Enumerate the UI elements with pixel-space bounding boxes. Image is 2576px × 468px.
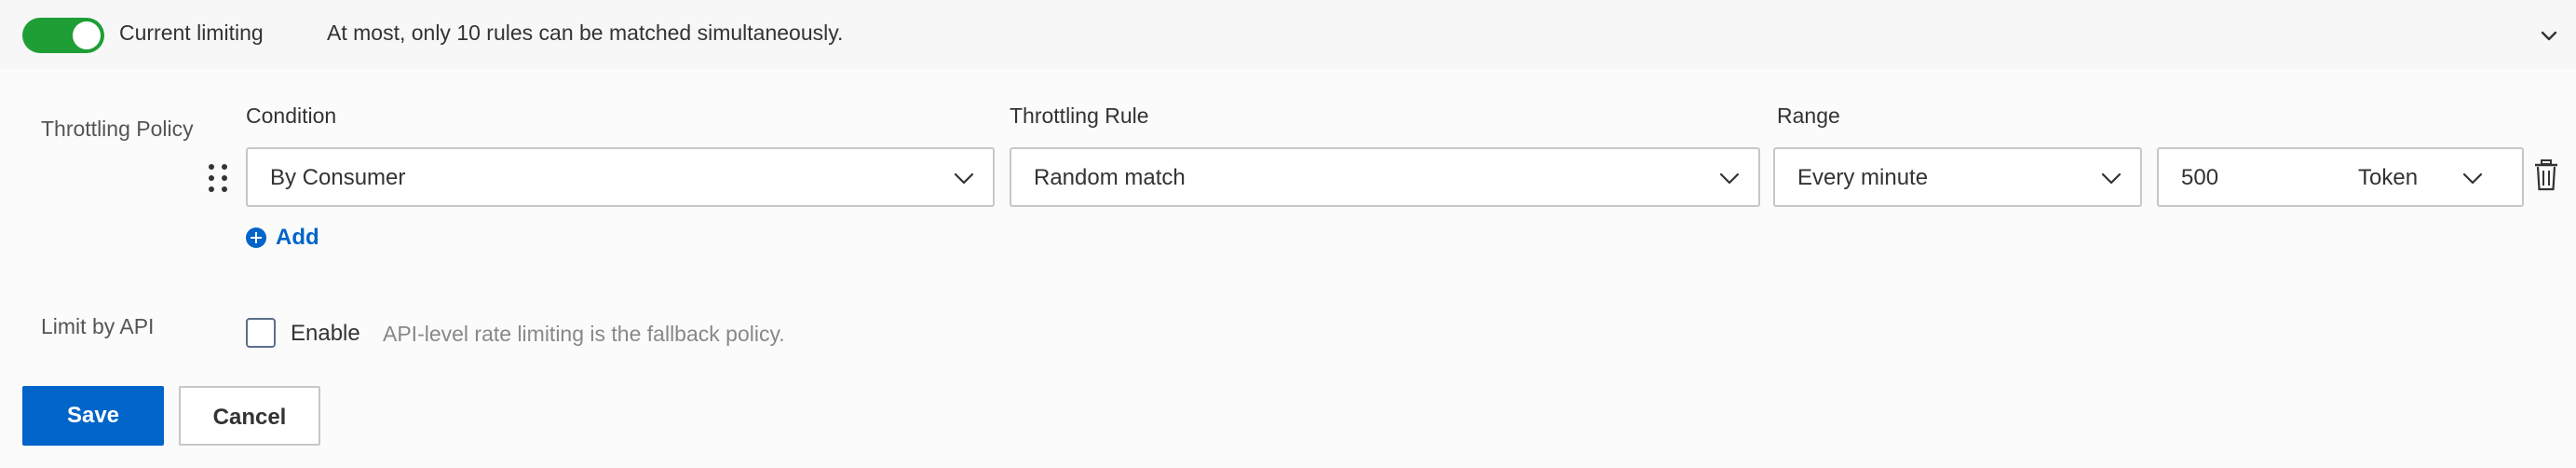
trash-icon[interactable]	[2533, 158, 2559, 192]
condition-column-header: Condition	[246, 103, 337, 128]
condition-select-value: By Consumer	[270, 165, 406, 190]
throttling-rule-select-value: Random match	[1034, 165, 1186, 190]
range-select[interactable]: Every minute	[1773, 147, 2142, 207]
throttling-policy-label: Throttling Policy	[41, 117, 194, 141]
chevron-down-icon	[2462, 172, 2483, 185]
save-button[interactable]: Save	[22, 386, 164, 446]
limit-value-field[interactable]: 500 Token	[2157, 147, 2524, 207]
cancel-button[interactable]: Cancel	[179, 386, 320, 446]
range-select-value: Every minute	[1797, 165, 1929, 190]
chevron-down-icon	[1719, 172, 1740, 185]
toggle-knob	[73, 21, 101, 49]
plus-circle-icon	[246, 227, 266, 248]
enable-checkbox[interactable]	[246, 318, 276, 348]
chevron-down-icon	[954, 172, 974, 185]
throttling-rule-select[interactable]: Random match	[1010, 147, 1760, 207]
chevron-down-icon	[2101, 172, 2122, 185]
range-column-header: Range	[1777, 103, 1840, 128]
add-rule-label: Add	[276, 225, 319, 250]
enable-checkbox-label[interactable]: Enable	[291, 320, 360, 348]
limit-by-api-label: Limit by API	[41, 314, 155, 338]
condition-select[interactable]: By Consumer	[246, 147, 995, 207]
chevron-down-icon[interactable]	[2535, 22, 2563, 50]
drag-handle-icon[interactable]	[207, 162, 231, 194]
header-note: At most, only 10 rules can be matched si…	[327, 21, 844, 45]
limit-value-input[interactable]: 500	[2181, 164, 2218, 192]
header-title: Current limiting	[119, 21, 264, 45]
current-limiting-toggle[interactable]	[22, 18, 104, 53]
throttling-rule-column-header: Throttling Rule	[1010, 103, 1149, 128]
limit-unit-select[interactable]: Token	[2358, 164, 2418, 192]
form-body	[0, 69, 2576, 468]
add-rule-button[interactable]: Add	[246, 224, 319, 252]
current-limiting-header: Current limiting At most, only 10 rules …	[0, 0, 2576, 69]
limit-by-api-hint: API-level rate limiting is the fallback …	[383, 322, 785, 346]
